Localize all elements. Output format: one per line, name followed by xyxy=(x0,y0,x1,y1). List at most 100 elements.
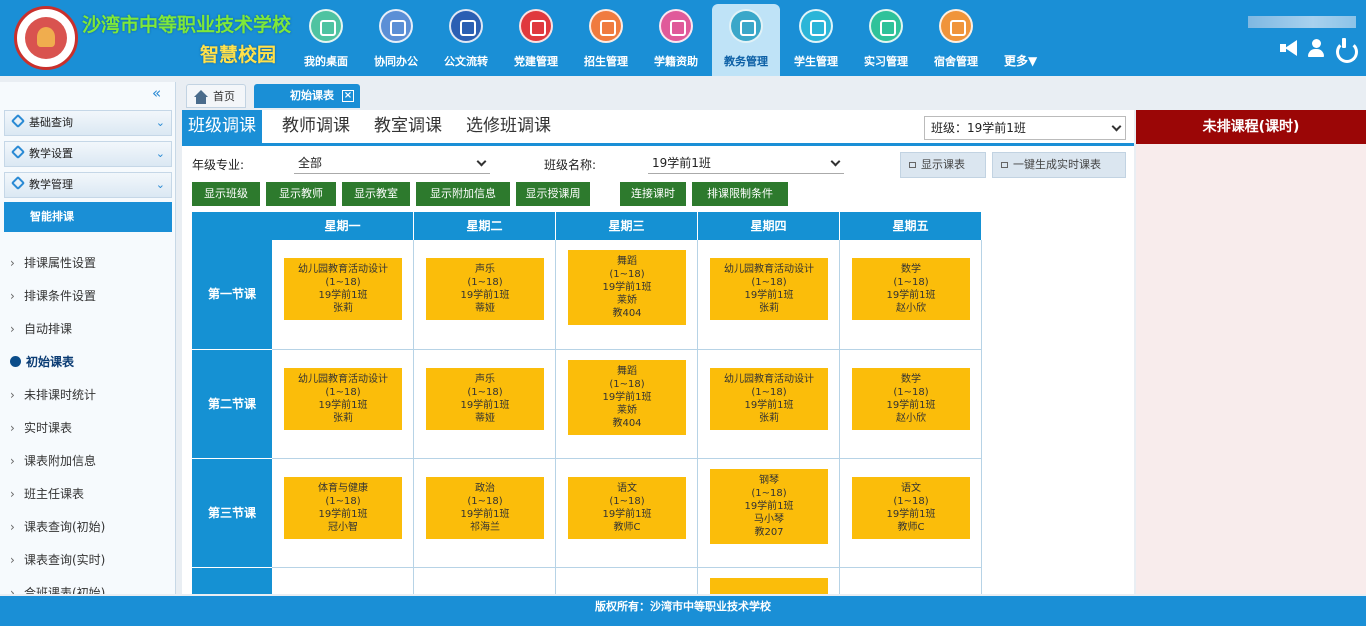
show-schedule-button[interactable]: 显示课表 xyxy=(900,152,986,178)
nav-item-9[interactable]: 宿舍管理 xyxy=(922,4,990,76)
action-button-4[interactable]: 显示授课周 xyxy=(516,182,590,206)
course-block[interactable]: 体育与健康 (1~18) 19学前1班 冠小智 xyxy=(284,477,402,539)
generate-live-schedule-button[interactable]: 一键生成实时课表 xyxy=(992,152,1126,178)
sidebar-item-5[interactable]: › 实时课表 xyxy=(10,419,72,436)
action-button-0[interactable]: 显示班级 xyxy=(192,182,260,206)
timetable-cell[interactable]: 语文 (1~18) 19学前1班 教师C xyxy=(840,459,982,568)
class-select[interactable]: 班级：19学前1班 xyxy=(924,116,1126,140)
timetable-cell[interactable]: 声乐 (1~18) 19学前1班 蒂娅 xyxy=(414,240,556,350)
sidebar-item-9[interactable]: › 课表查询(实时) xyxy=(10,551,105,568)
sidebar-group-label: 基础查询 xyxy=(29,116,73,129)
sidebar-item-10[interactable]: › 合班课表(初始) xyxy=(10,584,105,594)
nav-item-7[interactable]: 学生管理 xyxy=(782,4,850,76)
sidebar-group-1[interactable]: 教学设置 ⌄ xyxy=(4,141,172,167)
action-button-3[interactable]: 显示附加信息 xyxy=(416,182,510,206)
sidebar-item-3[interactable]: 初始课表 xyxy=(10,353,74,370)
power-icon[interactable] xyxy=(1334,38,1358,63)
timetable-cell[interactable] xyxy=(556,568,698,594)
sidebar-active-category[interactable]: 智能排课 xyxy=(4,202,172,232)
nav-item-6[interactable]: 教务管理 xyxy=(712,4,780,76)
grade-select[interactable]: 全部 xyxy=(294,152,490,174)
subtab-1[interactable]: 教师调课 xyxy=(276,110,356,143)
sidebar-item-0[interactable]: › 排课属性设置 xyxy=(10,254,96,271)
chevron-right-icon: › xyxy=(10,553,15,567)
timetable-cell[interactable] xyxy=(414,568,556,594)
action-button-6[interactable]: 排课限制条件 xyxy=(692,182,788,206)
sidebar-item-label: 排课属性设置 xyxy=(24,256,97,270)
timetable-cell[interactable]: 声乐 (1~18) 19学前1班 蒂娅 xyxy=(414,350,556,459)
course-block[interactable]: 数学 (1~18) 19学前1班 赵小欣 xyxy=(852,258,970,320)
timetable-cell[interactable]: 幼儿园教育活动设计 (1~18) 19学前1班 张莉 xyxy=(698,350,840,459)
course-block[interactable]: 幼儿园教育活动设计 (1~18) 19学前1班 张莉 xyxy=(284,258,402,320)
timetable-cell[interactable] xyxy=(698,568,840,594)
sidebar-group-0[interactable]: 基础查询 ⌄ xyxy=(4,110,172,136)
tab-home[interactable]: 首页 xyxy=(186,84,246,108)
nav-item-8[interactable]: 实习管理 xyxy=(852,4,920,76)
nav-item-3[interactable]: 党建管理 xyxy=(502,4,570,76)
subtab-0[interactable]: 班级调课 xyxy=(182,110,262,143)
nav-item-4[interactable]: 招生管理 xyxy=(572,4,640,76)
user-icon[interactable] xyxy=(1306,38,1326,58)
course-block[interactable] xyxy=(710,578,828,594)
course-block[interactable]: 数学 (1~18) 19学前1班 赵小欣 xyxy=(852,368,970,430)
tab-initial-schedule[interactable]: 初始课表 × xyxy=(254,84,360,108)
course-block[interactable]: 语文 (1~18) 19学前1班 教师C xyxy=(852,477,970,539)
sidebar-item-8[interactable]: › 课表查询(初始) xyxy=(10,518,105,535)
timetable-cell[interactable]: 政治 (1~18) 19学前1班 祁海兰 xyxy=(414,459,556,568)
sidebar-item-1[interactable]: › 排课条件设置 xyxy=(10,287,96,304)
course-line: (1~18) xyxy=(609,379,645,390)
course-block[interactable]: 钢琴 (1~18) 19学前1班 马小琴 教207 xyxy=(710,469,828,544)
course-block[interactable]: 幼儿园教育活动设计 (1~18) 19学前1班 张莉 xyxy=(284,368,402,430)
course-block[interactable]: 幼儿园教育活动设计 (1~18) 19学前1班 张莉 xyxy=(710,368,828,430)
period-header: 第二节课 xyxy=(192,350,272,458)
subtab-2[interactable]: 教室调课 xyxy=(368,110,448,143)
timetable-cell[interactable]: 舞蹈 (1~18) 19学前1班 莱娇 教404 xyxy=(556,350,698,459)
sidebar-group-2[interactable]: 教学管理 ⌄ xyxy=(4,172,172,198)
course-block[interactable]: 声乐 (1~18) 19学前1班 蒂娅 xyxy=(426,368,544,430)
course-line: 数学 xyxy=(901,374,921,385)
nav-item-5[interactable]: 学籍资助 xyxy=(642,4,710,76)
class-name-select[interactable]: 19学前1班 xyxy=(648,152,844,174)
timetable-cell[interactable] xyxy=(272,568,414,594)
action-button-1[interactable]: 显示教师 xyxy=(266,182,336,206)
timetable-cell[interactable]: 体育与健康 (1~18) 19学前1班 冠小智 xyxy=(272,459,414,568)
timetable-cell[interactable]: 舞蹈 (1~18) 19学前1班 莱娇 教404 xyxy=(556,240,698,350)
nav-item-2[interactable]: 公文流转 xyxy=(432,4,500,76)
sidebar-item-6[interactable]: › 课表附加信息 xyxy=(10,452,96,469)
collapse-sidebar-icon[interactable]: « xyxy=(152,84,161,102)
tag-icon xyxy=(10,113,26,129)
action-button-5[interactable]: 连接课时 xyxy=(620,182,686,206)
course-line: 幼儿园教育活动设计 xyxy=(298,374,388,385)
timetable-cell[interactable]: 幼儿园教育活动设计 (1~18) 19学前1班 张莉 xyxy=(698,240,840,350)
timetable-cell[interactable]: 钢琴 (1~18) 19学前1班 马小琴 教207 xyxy=(698,459,840,568)
timetable-cell[interactable]: 语文 (1~18) 19学前1班 教师C xyxy=(556,459,698,568)
sidebar-item-4[interactable]: › 未排课时统计 xyxy=(10,386,96,403)
action-button-2[interactable]: 显示教室 xyxy=(342,182,410,206)
sidebar-group-label: 教学管理 xyxy=(29,178,73,191)
timetable-cell[interactable]: 幼儿园教育活动设计 (1~18) 19学前1班 张莉 xyxy=(272,350,414,459)
course-line: 莱娇 xyxy=(617,405,637,416)
course-block[interactable]: 舞蹈 (1~18) 19学前1班 莱娇 教404 xyxy=(568,250,686,325)
course-block[interactable]: 政治 (1~18) 19学前1班 祁海兰 xyxy=(426,477,544,539)
sidebar-item-7[interactable]: › 班主任课表 xyxy=(10,485,84,502)
course-block[interactable]: 舞蹈 (1~18) 19学前1班 莱娇 教404 xyxy=(568,360,686,435)
timetable-cell[interactable]: 数学 (1~18) 19学前1班 赵小欣 xyxy=(840,350,982,459)
course-line: 19学前1班 xyxy=(460,290,510,301)
sidebar-item-2[interactable]: › 自动排课 xyxy=(10,320,72,337)
timetable-cell[interactable]: 数学 (1~18) 19学前1班 赵小欣 xyxy=(840,240,982,350)
timetable-cell[interactable]: 幼儿园教育活动设计 (1~18) 19学前1班 张莉 xyxy=(272,240,414,350)
nav-item-0[interactable]: 我的桌面 xyxy=(292,4,360,76)
close-icon[interactable]: × xyxy=(342,90,354,102)
grade-label: 年级专业: xyxy=(192,158,245,172)
timetable-cell[interactable] xyxy=(840,568,982,594)
nav-item-label: 招生管理 xyxy=(584,55,628,68)
nav-item-1[interactable]: 协同办公 xyxy=(362,4,430,76)
nav-item-label: 实习管理 xyxy=(864,55,908,68)
subtab-3[interactable]: 选修班调课 xyxy=(460,110,557,143)
course-block[interactable]: 语文 (1~18) 19学前1班 教师C xyxy=(568,477,686,539)
megaphone-icon[interactable] xyxy=(1278,38,1298,58)
nav-more-button[interactable]: 更多▼ xyxy=(1004,52,1037,69)
course-block[interactable]: 声乐 (1~18) 19学前1班 蒂娅 xyxy=(426,258,544,320)
chevron-down-icon: ⌄ xyxy=(155,116,165,129)
course-block[interactable]: 幼儿园教育活动设计 (1~18) 19学前1班 张莉 xyxy=(710,258,828,320)
